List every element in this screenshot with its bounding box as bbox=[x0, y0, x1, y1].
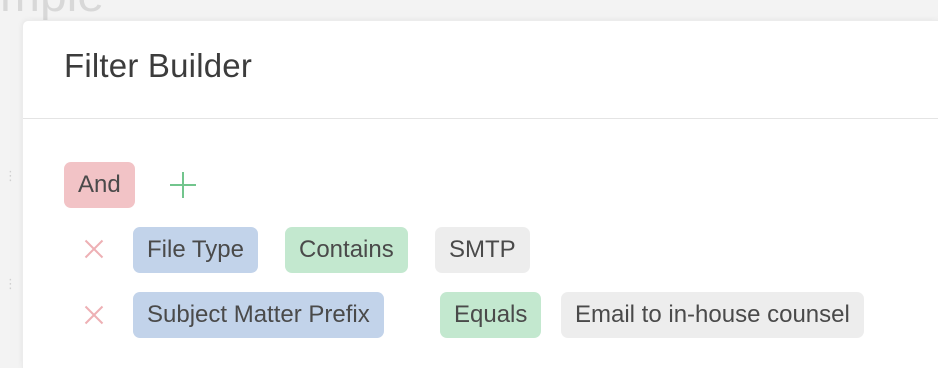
condition-field-chip[interactable]: Subject Matter Prefix bbox=[133, 292, 384, 338]
condition-value-chip[interactable]: Email to in-house counsel bbox=[561, 292, 864, 338]
background-mark: ⋮ bbox=[4, 168, 17, 183]
group-operator-chip[interactable]: And bbox=[64, 162, 135, 208]
add-condition-icon[interactable] bbox=[168, 170, 198, 200]
condition-field-chip[interactable]: File Type bbox=[133, 227, 258, 273]
condition-operator-chip[interactable]: Contains bbox=[285, 227, 408, 273]
condition-operator-chip[interactable]: Equals bbox=[440, 292, 542, 338]
dialog-title: Filter Builder bbox=[64, 47, 253, 84]
dialog-header: Filter Builder bbox=[23, 21, 938, 119]
background-mark: ⋮ bbox=[4, 276, 17, 291]
remove-condition-icon[interactable] bbox=[81, 302, 107, 328]
filter-builder-dialog: Filter Builder And File Type Contains SM… bbox=[22, 20, 938, 368]
remove-condition-icon[interactable] bbox=[81, 236, 107, 262]
condition-value-chip[interactable]: SMTP bbox=[435, 227, 530, 273]
